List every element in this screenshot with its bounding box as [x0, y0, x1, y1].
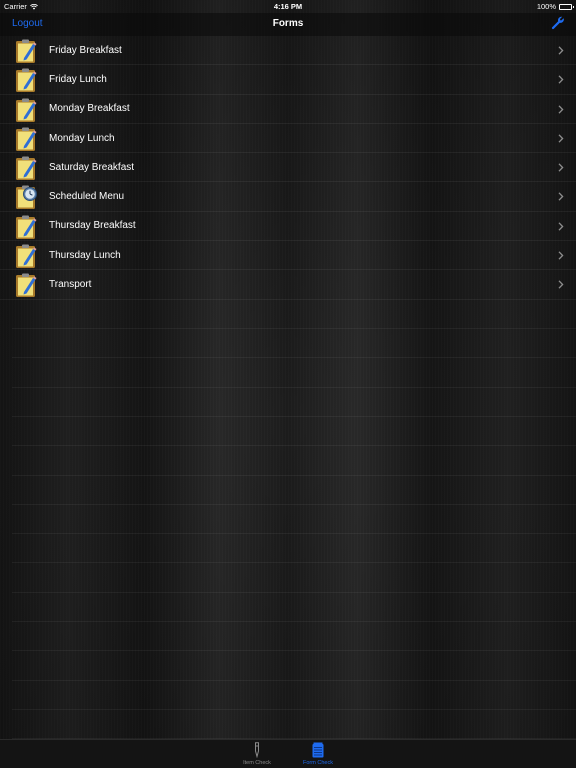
- list-item-label: Thursday Lunch: [49, 249, 121, 261]
- page-title: Forms: [272, 18, 304, 29]
- clipboard-pencil-icon: [16, 39, 37, 63]
- list-item-label: Scheduled Menu: [49, 191, 125, 203]
- row-separator: [12, 386, 576, 388]
- clipboard-pencil-icon: [16, 68, 37, 93]
- chevron-right-icon: [558, 251, 564, 260]
- clipboard-pencil-icon: [16, 156, 37, 181]
- list-item-label: Thursday Breakfast: [49, 220, 136, 232]
- chevron-right-icon: [558, 163, 564, 172]
- list-item-label: Monday Breakfast: [49, 103, 130, 115]
- navigation-bar: Logout Forms: [0, 13, 576, 36]
- tab-form-check[interactable]: Form Check: [293, 742, 343, 766]
- row-separator: [12, 357, 576, 359]
- battery-icon: [559, 3, 574, 10]
- list-item-friday-lunch[interactable]: Friday Lunch: [0, 65, 576, 95]
- list-item-monday-breakfast[interactable]: Monday Breakfast: [0, 95, 576, 124]
- wrench-icon[interactable]: [551, 16, 565, 30]
- row-separator: [12, 708, 576, 710]
- chevron-right-icon: [558, 46, 564, 55]
- clipboard-pencil-icon: [16, 215, 37, 239]
- row-separator: [12, 474, 576, 476]
- list-item-label: Monday Lunch: [49, 132, 115, 144]
- chevron-right-icon: [558, 192, 564, 202]
- clipboard-pencil-icon: [16, 244, 37, 269]
- chevron-right-icon: [558, 280, 564, 290]
- list-item-label: Transport: [49, 279, 92, 291]
- list-item-label: Friday Breakfast: [49, 44, 122, 56]
- list-item-friday-breakfast[interactable]: Friday Breakfast: [0, 36, 576, 66]
- row-separator: [12, 328, 576, 329]
- row-separator: [12, 503, 576, 505]
- list-item-label: Friday Lunch: [49, 73, 107, 85]
- status-time: 4:16 PM: [273, 2, 303, 11]
- row-separator: [12, 591, 576, 593]
- chevron-right-icon: [558, 75, 564, 84]
- tab-label: Item Check: [243, 760, 271, 766]
- chevron-right-icon: [558, 134, 564, 143]
- empty-table-separators: [0, 300, 576, 740]
- clipboard-pencil-icon: [16, 273, 37, 298]
- status-bar: Carrier 4:16 PM 100%: [0, 0, 576, 13]
- clipboard-clock-icon: [16, 185, 37, 210]
- forms-list: Friday Breakfast Friday Lunch Monday Bre…: [0, 36, 576, 300]
- row-separator: [12, 533, 576, 535]
- row-separator: [12, 679, 576, 681]
- notepad-icon: [312, 742, 324, 758]
- row-separator: [12, 415, 576, 417]
- row-separator: [12, 650, 576, 652]
- battery-percent: 100%: [536, 2, 556, 11]
- list-item-saturday-breakfast[interactable]: Saturday Breakfast: [0, 153, 576, 183]
- chevron-right-icon: [558, 222, 564, 231]
- clipboard-pencil-icon: [16, 127, 37, 151]
- screen: Carrier 4:16 PM 100% Logout Forms Friday…: [0, 0, 576, 768]
- list-item-monday-lunch[interactable]: Monday Lunch: [0, 124, 576, 154]
- list-item-label: Saturday Breakfast: [49, 161, 135, 173]
- list-item-scheduled-menu[interactable]: Scheduled Menu: [0, 182, 576, 212]
- list-item-transport[interactable]: Transport: [0, 270, 576, 300]
- tab-bar: Item Check Form Check: [0, 739, 576, 768]
- chevron-right-icon: [558, 104, 564, 114]
- pen-icon: [255, 742, 259, 758]
- row-separator: [12, 621, 576, 622]
- tab-item-check[interactable]: Item Check: [232, 742, 282, 766]
- tab-label: Form Check: [303, 760, 333, 766]
- row-separator: [12, 445, 576, 447]
- row-separator: [12, 562, 576, 564]
- clipboard-pencil-icon: [16, 98, 37, 122]
- list-item-thursday-breakfast[interactable]: Thursday Breakfast: [0, 212, 576, 242]
- list-item-thursday-lunch[interactable]: Thursday Lunch: [0, 241, 576, 271]
- status-right: 100%: [536, 2, 574, 11]
